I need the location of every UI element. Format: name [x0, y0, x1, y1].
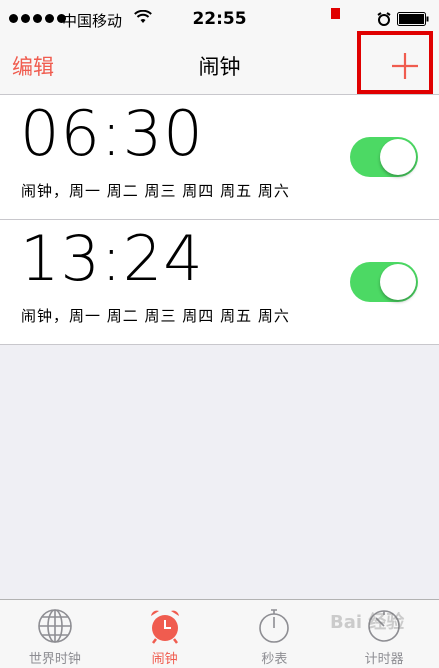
alarm-row[interactable]: 13:24 闹钟，周一 周二 周三 周四 周五 周六 [0, 220, 439, 345]
globe-icon [38, 609, 72, 643]
toggle-knob [380, 264, 416, 300]
alarm-toggle[interactable] [350, 262, 418, 302]
stopwatch-icon [259, 609, 290, 643]
alarm-status-icon [377, 12, 391, 26]
status-time: 22:55 [192, 9, 247, 29]
tab-label: 世界时钟 [28, 652, 81, 667]
tab-label: 计时器 [364, 652, 404, 667]
tab-stopwatch[interactable]: 秒表 [220, 600, 330, 668]
watermark: Bai 经验 [330, 612, 405, 633]
alarm-repeat-label: 闹钟，周一 周二 周三 周四 周五 周六 [21, 182, 290, 200]
tab-world-clock[interactable]: 世界时钟 [0, 600, 110, 668]
alarm-row[interactable]: 06:30 闹钟，周一 周二 周三 周四 周五 周六 [0, 95, 439, 220]
tab-label: 秒表 [261, 652, 288, 667]
alarm-time: 13:24 [20, 222, 204, 295]
battery-icon [397, 12, 429, 26]
plus-icon[interactable] [387, 48, 423, 84]
toggle-knob [380, 139, 416, 175]
alarm-list: 06:30 闹钟，周一 周二 周三 周四 周五 周六 13:24 闹钟，周一 周… [0, 95, 439, 345]
alarm-time: 06:30 [20, 97, 204, 170]
tab-alarm[interactable]: 闹钟 [110, 600, 220, 668]
alarm-toggle[interactable] [350, 137, 418, 177]
alarm-clock-icon [150, 610, 179, 644]
red-marker [331, 8, 340, 19]
alarm-repeat-label: 闹钟，周一 周二 周三 周四 周五 周六 [21, 307, 290, 325]
navigation-bar: 编辑 闹钟 [0, 31, 439, 95]
tab-label: 闹钟 [151, 652, 178, 667]
